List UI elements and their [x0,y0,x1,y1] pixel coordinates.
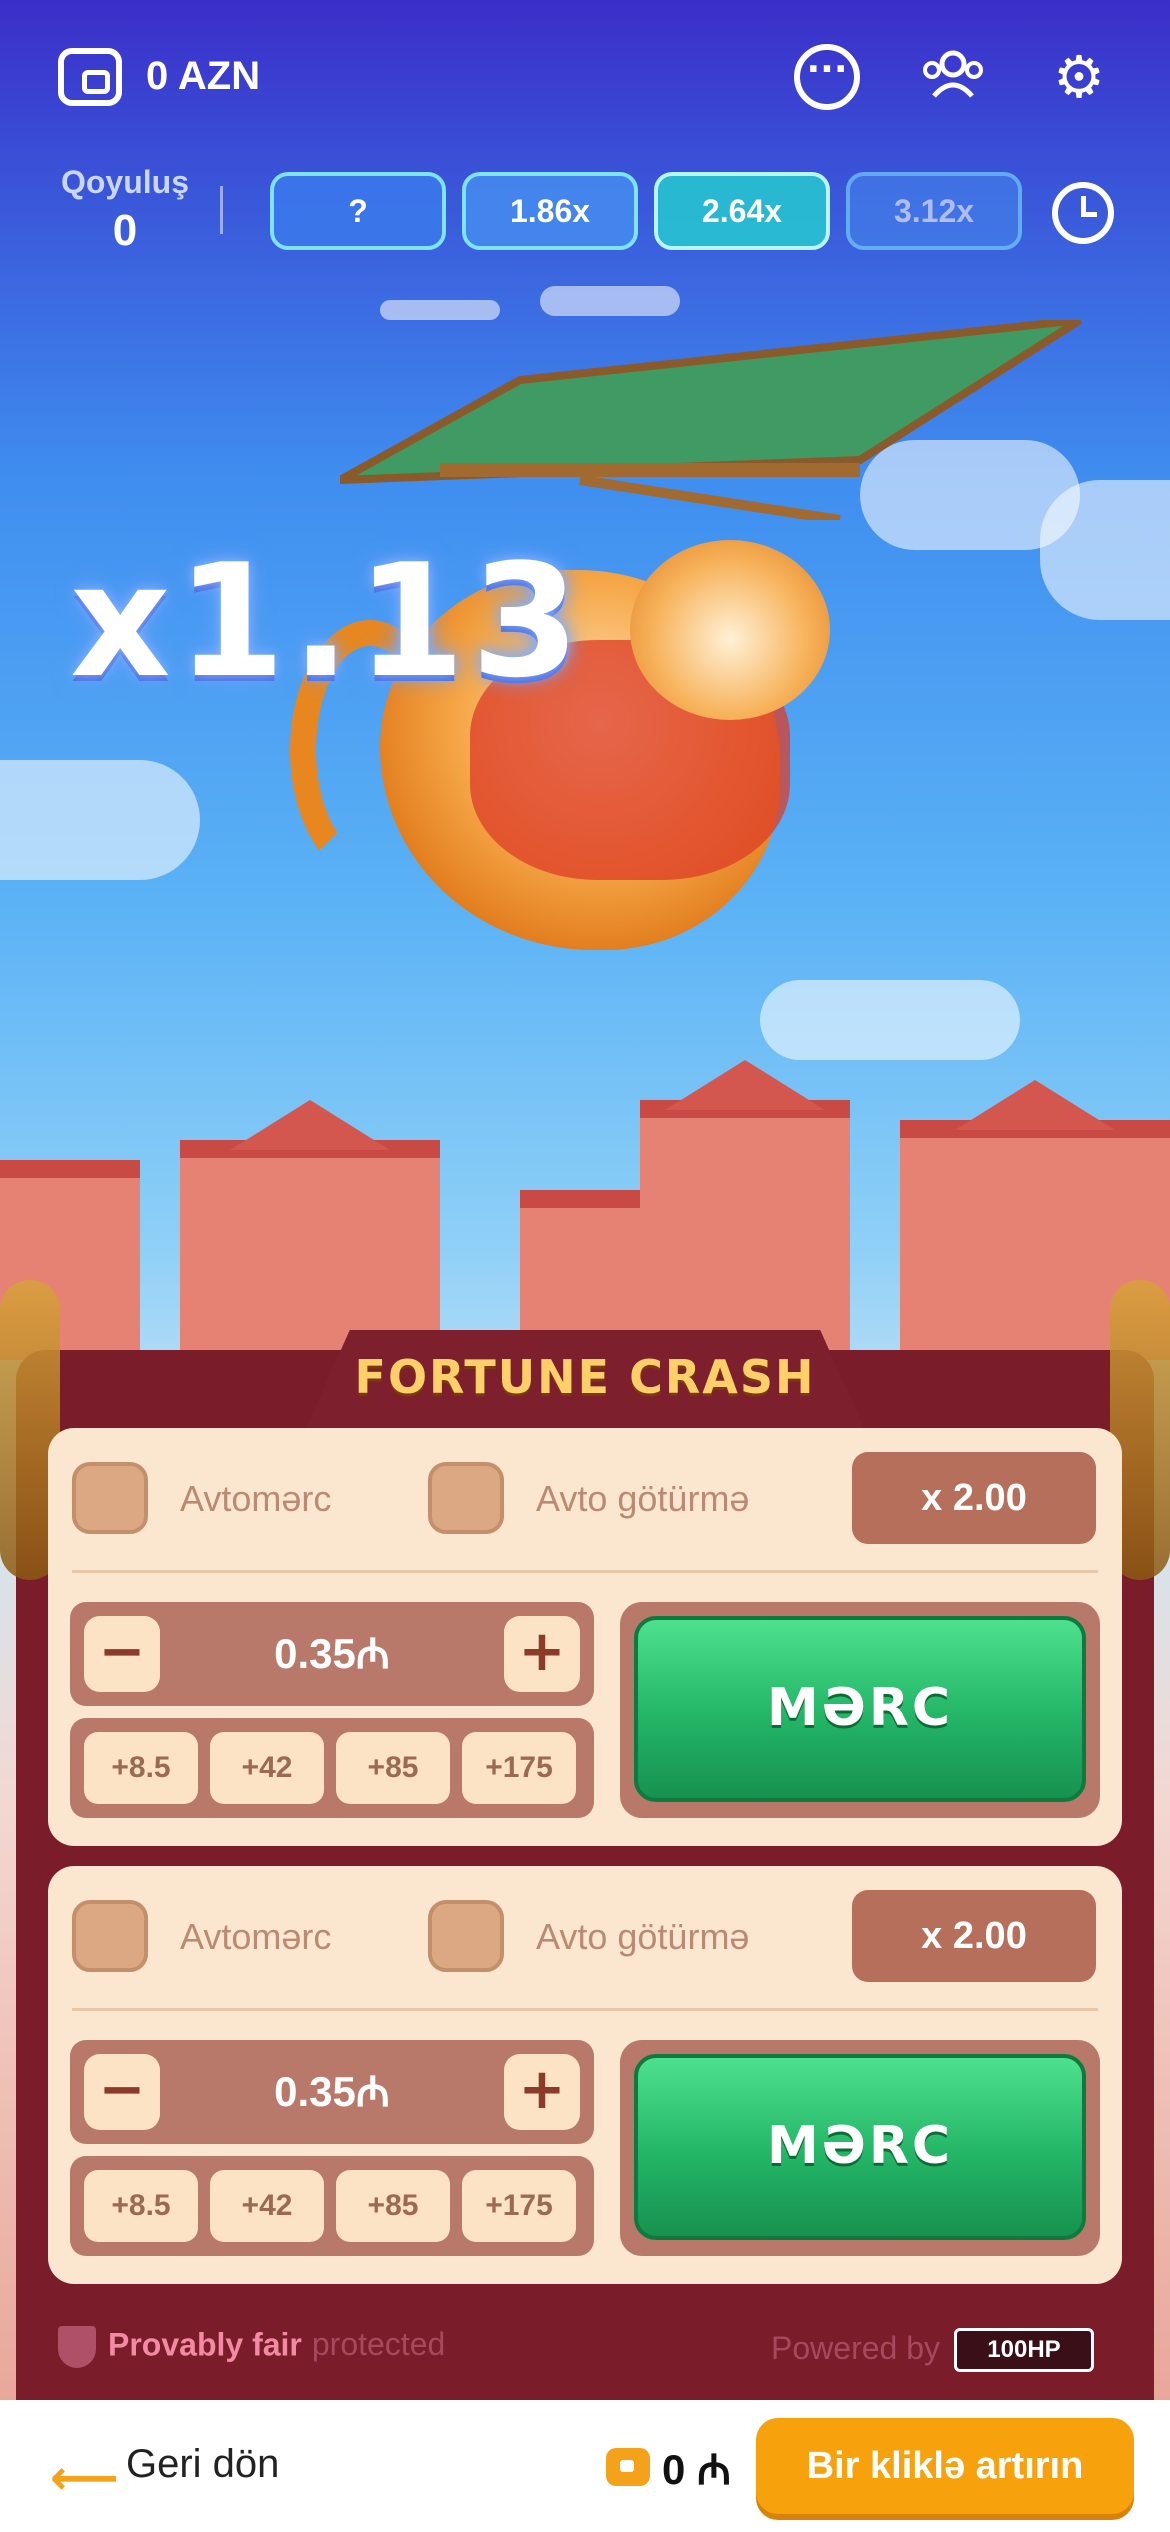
coin-balance: 0 ₼ [662,2446,732,2493]
city-skyline [0,1040,1170,1360]
divider [72,2008,1098,2011]
auto-bet-label: Avtomərc [180,1478,332,1519]
one-click-topup-button[interactable]: Bir kliklə artırın [756,2418,1134,2514]
quick-amount-button[interactable]: +8.5 [84,1732,198,1804]
bet-button[interactable]: MƏRC [634,2054,1086,2240]
cloud [540,286,680,316]
provider-logo: 100HP [954,2328,1094,2372]
wallet-icon[interactable] [58,48,122,106]
divider [220,186,223,234]
users-icon[interactable] [920,44,986,110]
wallet-icon [606,2448,650,2486]
quick-amount-button[interactable]: +85 [336,2170,450,2242]
provably-fair-label: Provably fair [108,2326,302,2363]
history-chip-current[interactable]: ? [270,172,446,250]
clock-icon[interactable] [1052,182,1114,244]
quick-amount-button[interactable]: +175 [462,1732,576,1804]
current-multiplier: x1.13 [70,530,586,712]
auto-cashout-label: Avto götürmə [536,1916,750,1957]
stake-label: Qoyuluş [60,164,189,200]
quick-amount-button[interactable]: +42 [210,2170,324,2242]
chat-icon[interactable]: ··· [794,44,860,110]
quick-amounts: +8.5 +42 +85 +175 [70,1718,594,1818]
quick-amount-button[interactable]: +85 [336,1732,450,1804]
hang-glider [340,320,1083,520]
bottom-bar: ⟵ Geri dön 0 ₼ Bir kliklə artırın [0,2400,1170,2532]
amount-stepper: − 0.35₼ + [70,2040,594,2144]
decrease-button[interactable]: − [84,2054,160,2130]
stake-value: 0 [112,206,138,255]
decrease-button[interactable]: − [84,1616,160,1692]
auto-bet-label: Avtomərc [180,1916,332,1957]
divider [72,1570,1098,1573]
auto-bet-checkbox[interactable] [72,1462,148,1534]
auto-options-row: Avtomərc Avto götürmə x 2.00 [48,1866,1122,1996]
history-chip[interactable]: 2.64x [654,172,830,250]
history-chip[interactable]: 3.12x [846,172,1022,250]
shield-icon [58,2326,96,2368]
game-title: FORTUNE CRASH [354,1350,816,1404]
quick-amount-button[interactable]: +42 [210,1732,324,1804]
bet-amount[interactable]: 0.35₼ [170,1602,494,1706]
bet-card-1: Avtomərc Avto götürmə x 2.00 − 0.35₼ + +… [48,1428,1122,1846]
bet-button[interactable]: MƏRC [634,1616,1086,1802]
history-row: Qoyuluş 0 ? 1.86x 2.64x 3.12x [0,160,1170,260]
auto-cashout-checkbox[interactable] [428,1900,504,1972]
bet-button-frame: MƏRC [620,2040,1100,2256]
bet-amount[interactable]: 0.35₼ [170,2040,494,2144]
arrow-left-icon[interactable]: ⟵ [50,2450,119,2506]
cloud [380,300,500,320]
tiger-head [630,540,830,720]
increase-button[interactable]: + [504,2054,580,2130]
cashout-multiplier-input[interactable]: x 2.00 [852,1890,1096,1982]
protected-label: protected [311,2326,446,2363]
amount-stepper: − 0.35₼ + [70,1602,594,1706]
auto-cashout-checkbox[interactable] [428,1462,504,1534]
cashout-multiplier-input[interactable]: x 2.00 [852,1452,1096,1544]
bet-button-frame: MƏRC [620,1602,1100,1818]
top-bar: 0 AZN ··· ⚙ [0,40,1170,120]
powered-by-label: Powered by [771,2330,940,2366]
auto-bet-checkbox[interactable] [72,1900,148,1972]
auto-options-row: Avtomərc Avto götürmə x 2.00 [48,1428,1122,1558]
quick-amount-button[interactable]: +175 [462,2170,576,2242]
auto-cashout-label: Avto götürmə [536,1478,750,1519]
cloud [0,760,200,880]
history-chip[interactable]: 1.86x [462,172,638,250]
gear-icon[interactable]: ⚙ [1046,44,1112,110]
back-button[interactable]: Geri dön [126,2442,279,2487]
provably-fair[interactable]: Provably fair protected [58,2326,445,2368]
bet-card-2: Avtomərc Avto götürmə x 2.00 − 0.35₼ + +… [48,1866,1122,2284]
quick-amount-button[interactable]: +8.5 [84,2170,198,2242]
increase-button[interactable]: + [504,1616,580,1692]
quick-amounts: +8.5 +42 +85 +175 [70,2156,594,2256]
balance: 0 AZN [146,54,261,98]
